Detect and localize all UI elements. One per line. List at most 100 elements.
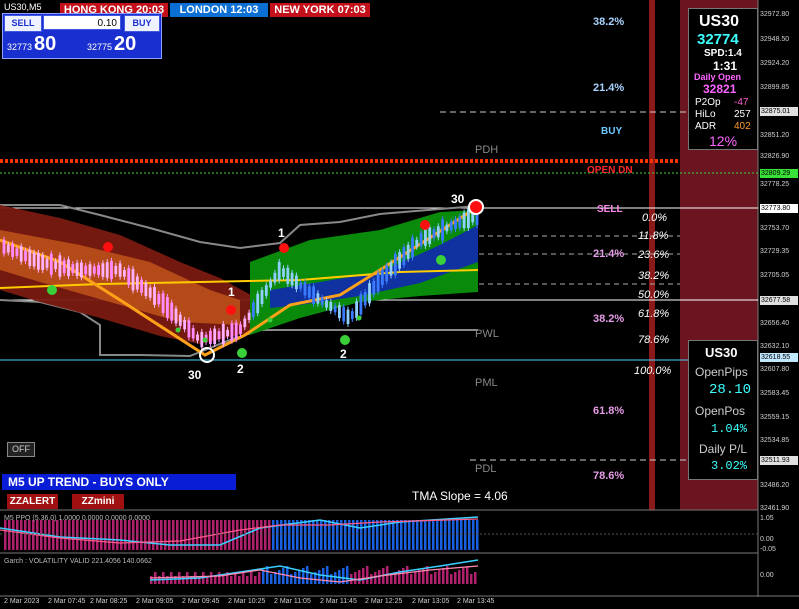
info-daily-open-label: Daily Open [694,72,742,82]
zigzag-high-marker [468,199,484,215]
ask-small: 32775 [87,42,113,52]
candle-body [49,253,53,275]
garch-histogram-bar [366,566,369,584]
daily-pl-value: 3.02% [711,459,748,473]
ppo-histogram-bar [132,520,135,550]
garch-histogram-bar [318,570,321,584]
ask-quote[interactable]: 32775 20 [87,32,136,57]
retrace-100: 100.0% [634,365,672,377]
off-toggle-button[interactable]: OFF [7,442,35,457]
price-axis-label: 32461.90 [760,505,790,512]
price-axis-label: 32583.45 [760,390,790,397]
ppo-histogram-bar [392,520,395,550]
candle-body [41,255,45,271]
ppo-histogram-bar [100,520,103,550]
candle-body [338,305,341,319]
retrace-23: 23.6% [638,249,670,261]
time-axis-label: 2 Mar 13:45 [457,598,495,605]
ppo-histogram-bar [420,520,423,550]
time-axis-label: 2 Mar 11:05 [274,598,311,605]
garch-histogram-bar [294,572,297,584]
bid-quote[interactable]: 32773 80 [7,32,56,57]
buy-signal-dot [436,255,446,265]
ppo-histogram-bar [272,520,275,550]
price-axis-label: 32632.10 [760,343,790,350]
candle-body [196,334,199,341]
ppo-histogram-bar [276,520,279,550]
candle-body [105,262,109,278]
price-tag: 32677.58 [760,296,798,305]
garch-histogram-bar [210,572,213,584]
ppo-histogram-bar [232,520,235,550]
price-tag: 32875.01 [760,107,798,116]
ppo-histogram-bar [160,520,163,550]
indicator-axis-label: 0.00 [760,536,774,543]
candle-body [135,276,139,290]
garch-histogram-bar [430,574,433,584]
garch-indicator-title: Garch : VOLATILITY VALID 221.4056 140.06… [4,558,152,565]
ppo-histogram-bar [4,520,7,550]
zigzag-label: 1 [278,226,285,240]
ppo-histogram-bar [396,520,399,550]
ppo-histogram-bar [64,520,67,550]
candle-body [144,282,148,297]
garch-histogram-bar [390,574,393,584]
ppo-histogram-bar [424,520,427,550]
candle-body [260,290,264,304]
candle-body [277,261,281,281]
candle-body [148,287,152,298]
ppo-histogram-bar [436,520,439,550]
open-pips-value: 28.10 [709,382,752,398]
ppo-histogram-bar [252,520,255,550]
zzalert-button[interactable]: ZZALERT [7,494,58,509]
candle-body [123,269,126,277]
ppo-histogram-bar [460,520,463,550]
buy-button[interactable]: BUY [124,15,160,32]
one-click-trading-panel: SELL 0.10 BUY 32773 80 32775 20 [2,13,162,59]
garch-histogram-bar [282,568,285,584]
tma-slope-text: TMA Slope = 4.06 [412,489,508,503]
candle-body [295,275,298,290]
buy-level-label: BUY [601,126,623,137]
candle-body [286,267,290,284]
zzmini-button[interactable]: ZZmini [72,494,124,509]
candle-body [247,312,251,321]
candle-body [393,253,397,276]
ppo-histogram-bar [72,520,75,550]
candle-body [243,318,247,328]
ppo-histogram-bar [68,520,71,550]
candle-body [411,237,414,258]
time-axis-label: 2 Mar 07:45 [48,598,86,605]
pivot-pml: PML [475,377,498,389]
candle-body [269,280,272,288]
sell-signal-dot [226,305,236,315]
candle-body [67,259,70,277]
ppo-histogram-bar [88,520,91,550]
candle-body [303,282,307,296]
sell-button[interactable]: SELL [4,15,42,32]
buy-signal-dot [340,335,350,345]
pivot-pwl: PWL [475,328,499,340]
zigzag-label: 30 [451,192,465,206]
ppo-histogram-bar [468,520,471,550]
bid-small: 32773 [7,42,33,52]
sell-signal-dot [103,242,113,252]
garch-histogram-bar [278,570,281,584]
candle-body [363,292,367,306]
ppo-histogram-bar [96,520,99,550]
candle-body [166,296,169,318]
candle-body [62,260,66,274]
info-adr: 402 [734,121,751,132]
candle-body [299,282,303,289]
candle-body [342,306,346,322]
candle-body [6,244,10,253]
candle-body [316,293,320,304]
garch-histogram-bar [370,574,373,584]
price-axis-label: 32729.35 [760,248,790,255]
ppo-histogram-bar [108,520,111,550]
fib-label-38: 38.2% [593,16,625,28]
time-axis-label: 2 Mar 11:45 [320,598,357,605]
lot-size-input[interactable]: 0.10 [43,15,121,30]
garch-histogram-bar [442,568,445,584]
garch-histogram-bar [250,572,253,584]
